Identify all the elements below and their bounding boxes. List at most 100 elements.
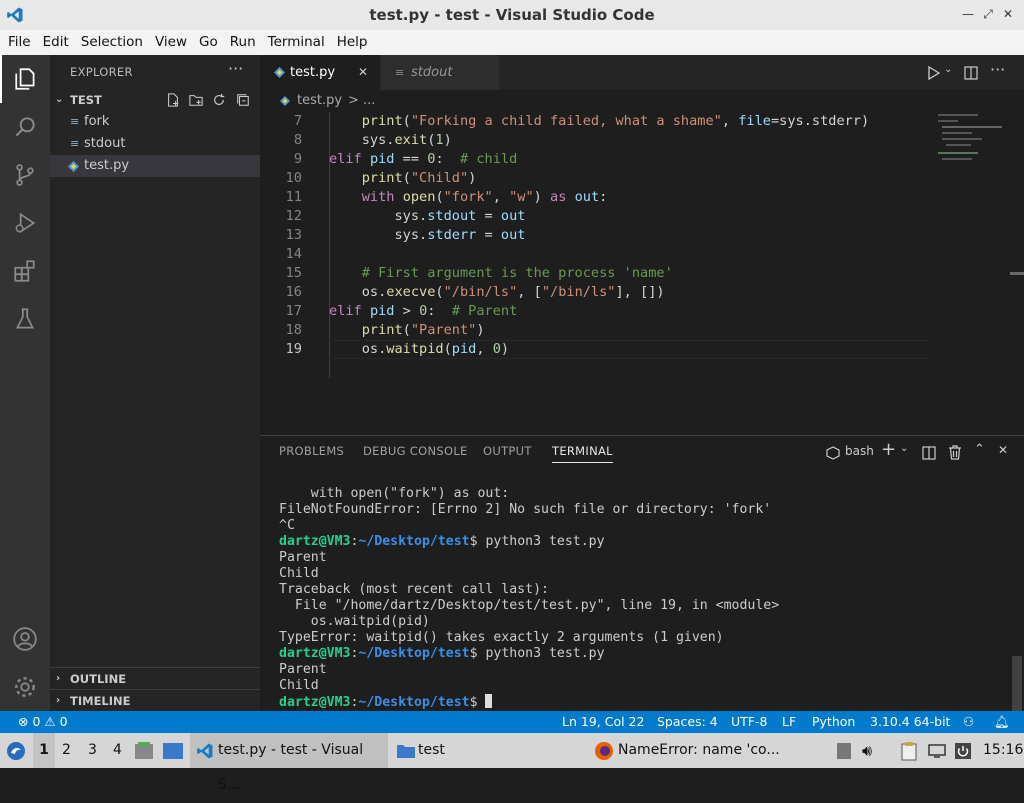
maximize-panel-icon[interactable]: ⌃ <box>974 442 985 457</box>
menu-run[interactable]: Run <box>224 30 262 55</box>
clipboard-icon[interactable] <box>836 742 852 760</box>
menu-terminal[interactable]: Terminal <box>262 30 331 55</box>
chevron-down-icon[interactable]: ⌄ <box>900 443 908 454</box>
workspace-1[interactable]: 1 <box>33 733 55 768</box>
task-firefox[interactable]: NameError: name 'co... <box>592 733 822 768</box>
search-activity[interactable] <box>0 103 50 151</box>
terminal-line: os.waitpid(pid) <box>279 614 430 629</box>
network-icon[interactable] <box>928 743 946 759</box>
encoding[interactable]: UTF-8 <box>731 711 767 733</box>
chevron-down-icon[interactable]: ⌄ <box>944 64 952 75</box>
testing-activity[interactable] <box>0 295 50 343</box>
breadcrumb-more[interactable]: > ... <box>348 90 375 112</box>
trash-icon[interactable] <box>948 445 962 460</box>
show-desktop-icon[interactable] <box>162 742 184 760</box>
notifications-bell-icon[interactable]: 🔔︎ <box>994 711 1010 733</box>
code-line[interactable]: elif pid == 0: # child <box>329 150 517 169</box>
tab-output[interactable]: OUTPUT <box>483 444 532 458</box>
power-icon[interactable] <box>954 742 972 760</box>
extensions-activity[interactable] <box>0 247 50 295</box>
menu-selection[interactable]: Selection <box>75 30 149 55</box>
timeline-section[interactable]: › TIMELINE <box>50 690 260 712</box>
run-file-icon[interactable] <box>928 66 940 80</box>
task-vscode[interactable]: test.py - test - Visual S... <box>190 733 388 793</box>
line-number: 19 <box>285 341 302 357</box>
python-file-icon <box>274 67 285 78</box>
code-editor[interactable]: 7 print("Forking a child failed, what a … <box>260 112 1024 435</box>
start-menu-icon[interactable] <box>6 741 26 761</box>
close-tab-icon[interactable]: ✕ <box>358 55 368 90</box>
title-bar: test.py - test - Visual Studio Code — ⤢ … <box>0 0 1024 30</box>
workspace-3[interactable]: 3 <box>88 733 97 768</box>
source-control-activity[interactable] <box>0 151 50 199</box>
code-line[interactable]: with open("fork", "w") as out: <box>329 188 608 207</box>
explorer-activity[interactable] <box>0 55 50 103</box>
code-line[interactable]: sys.stdout = out <box>329 207 525 226</box>
volume-icon[interactable]: 🔊︎ <box>862 733 872 768</box>
indentation[interactable]: Spaces: 4 <box>657 711 718 733</box>
problems-status[interactable]: ⊗ 0 ⚠ 0 <box>18 711 68 733</box>
workspace-4[interactable]: 4 <box>113 733 122 768</box>
menu-go[interactable]: Go <box>193 30 224 55</box>
cursor-position[interactable]: Ln 19, Col 22 <box>562 711 644 733</box>
code-line[interactable]: print("Forking a child failed, what a sh… <box>329 112 869 131</box>
folder-section-test[interactable]: ⌄ TEST <box>50 89 260 111</box>
minimap[interactable] <box>936 112 1012 172</box>
file-item-stdout[interactable]: ≡ stdout <box>50 133 260 155</box>
menu-view[interactable]: View <box>149 30 193 55</box>
split-terminal-icon[interactable] <box>922 446 936 460</box>
terminal-prompt-line: dartz@VM3:~/Desktop/test$ <box>279 694 1009 710</box>
tab-debug-console[interactable]: DEBUG CONSOLE <box>363 444 468 458</box>
new-terminal-icon[interactable]: + <box>881 439 896 460</box>
timeline-label: TIMELINE <box>70 694 131 708</box>
maximize-button[interactable]: ⤢ <box>980 6 996 22</box>
line-number: 16 <box>285 284 302 300</box>
manage-activity[interactable] <box>0 663 50 711</box>
language-mode[interactable]: Python <box>812 711 855 733</box>
tab-test-py[interactable]: test.py ✕ <box>260 55 380 90</box>
minimize-button[interactable]: — <box>960 6 976 22</box>
terminal-scrollbar[interactable] <box>1012 656 1022 712</box>
more-actions-icon[interactable]: ··· <box>990 60 1005 79</box>
feedback-icon[interactable]: ⚇ <box>963 711 974 733</box>
bottom-panel: PROBLEMS DEBUG CONSOLE OUTPUT TERMINAL b… <box>260 435 1024 712</box>
clipboard-manager-icon[interactable] <box>900 741 918 761</box>
file-item-test-py[interactable]: test.py <box>50 155 260 177</box>
outline-section[interactable]: › OUTLINE <box>50 668 260 690</box>
split-editor-icon[interactable] <box>964 66 978 80</box>
terminal-output[interactable]: with open("fork") as out: FileNotFoundErr… <box>279 486 1009 710</box>
close-panel-icon[interactable]: ✕ <box>998 443 1008 457</box>
line-number: 8 <box>293 132 302 148</box>
new-file-icon[interactable] <box>166 93 180 107</box>
menu-help[interactable]: Help <box>331 30 374 55</box>
app-launcher-icon[interactable] <box>134 742 154 760</box>
run-debug-activity[interactable] <box>0 199 50 247</box>
menu-edit[interactable]: Edit <box>37 30 75 55</box>
collapse-all-icon[interactable] <box>236 93 250 107</box>
breadcrumb-file[interactable]: test.py <box>297 90 342 112</box>
code-line[interactable]: os.execve("/bin/ls", ["/bin/ls"], []) <box>329 283 665 302</box>
shell-name[interactable]: bash <box>845 444 874 458</box>
new-folder-icon[interactable] <box>189 93 203 107</box>
accounts-activity[interactable] <box>0 615 50 663</box>
task-file-manager[interactable]: test <box>392 733 572 768</box>
more-actions-icon[interactable]: ··· <box>228 59 243 78</box>
line-ending[interactable]: LF <box>782 711 796 733</box>
refresh-icon[interactable] <box>212 93 226 107</box>
terminal-prompt-line: dartz@VM3:~/Desktop/test$ python3 test.p… <box>279 646 605 661</box>
code-line[interactable]: sys.exit(1) <box>329 131 452 150</box>
code-line[interactable]: print("Child") <box>329 169 477 188</box>
code-line[interactable]: print("Parent") <box>329 321 485 340</box>
prompt-user: dartz@VM3 <box>279 646 351 661</box>
code-line[interactable]: sys.stderr = out <box>329 226 525 245</box>
menu-file[interactable]: File <box>2 30 37 55</box>
tab-problems[interactable]: PROBLEMS <box>279 444 344 458</box>
code-line[interactable]: # First argument is the process 'name' <box>329 264 673 283</box>
file-item-fork[interactable]: ≡ fork <box>50 111 260 133</box>
tab-terminal[interactable]: TERMINAL <box>552 444 613 463</box>
code-line[interactable]: elif pid > 0: # Parent <box>329 302 517 321</box>
python-interpreter[interactable]: 3.10.4 64-bit <box>870 711 950 733</box>
close-window-button[interactable]: ✕ <box>1000 6 1016 22</box>
tab-stdout[interactable]: ≡ stdout <box>381 55 499 90</box>
workspace-2[interactable]: 2 <box>62 733 71 768</box>
